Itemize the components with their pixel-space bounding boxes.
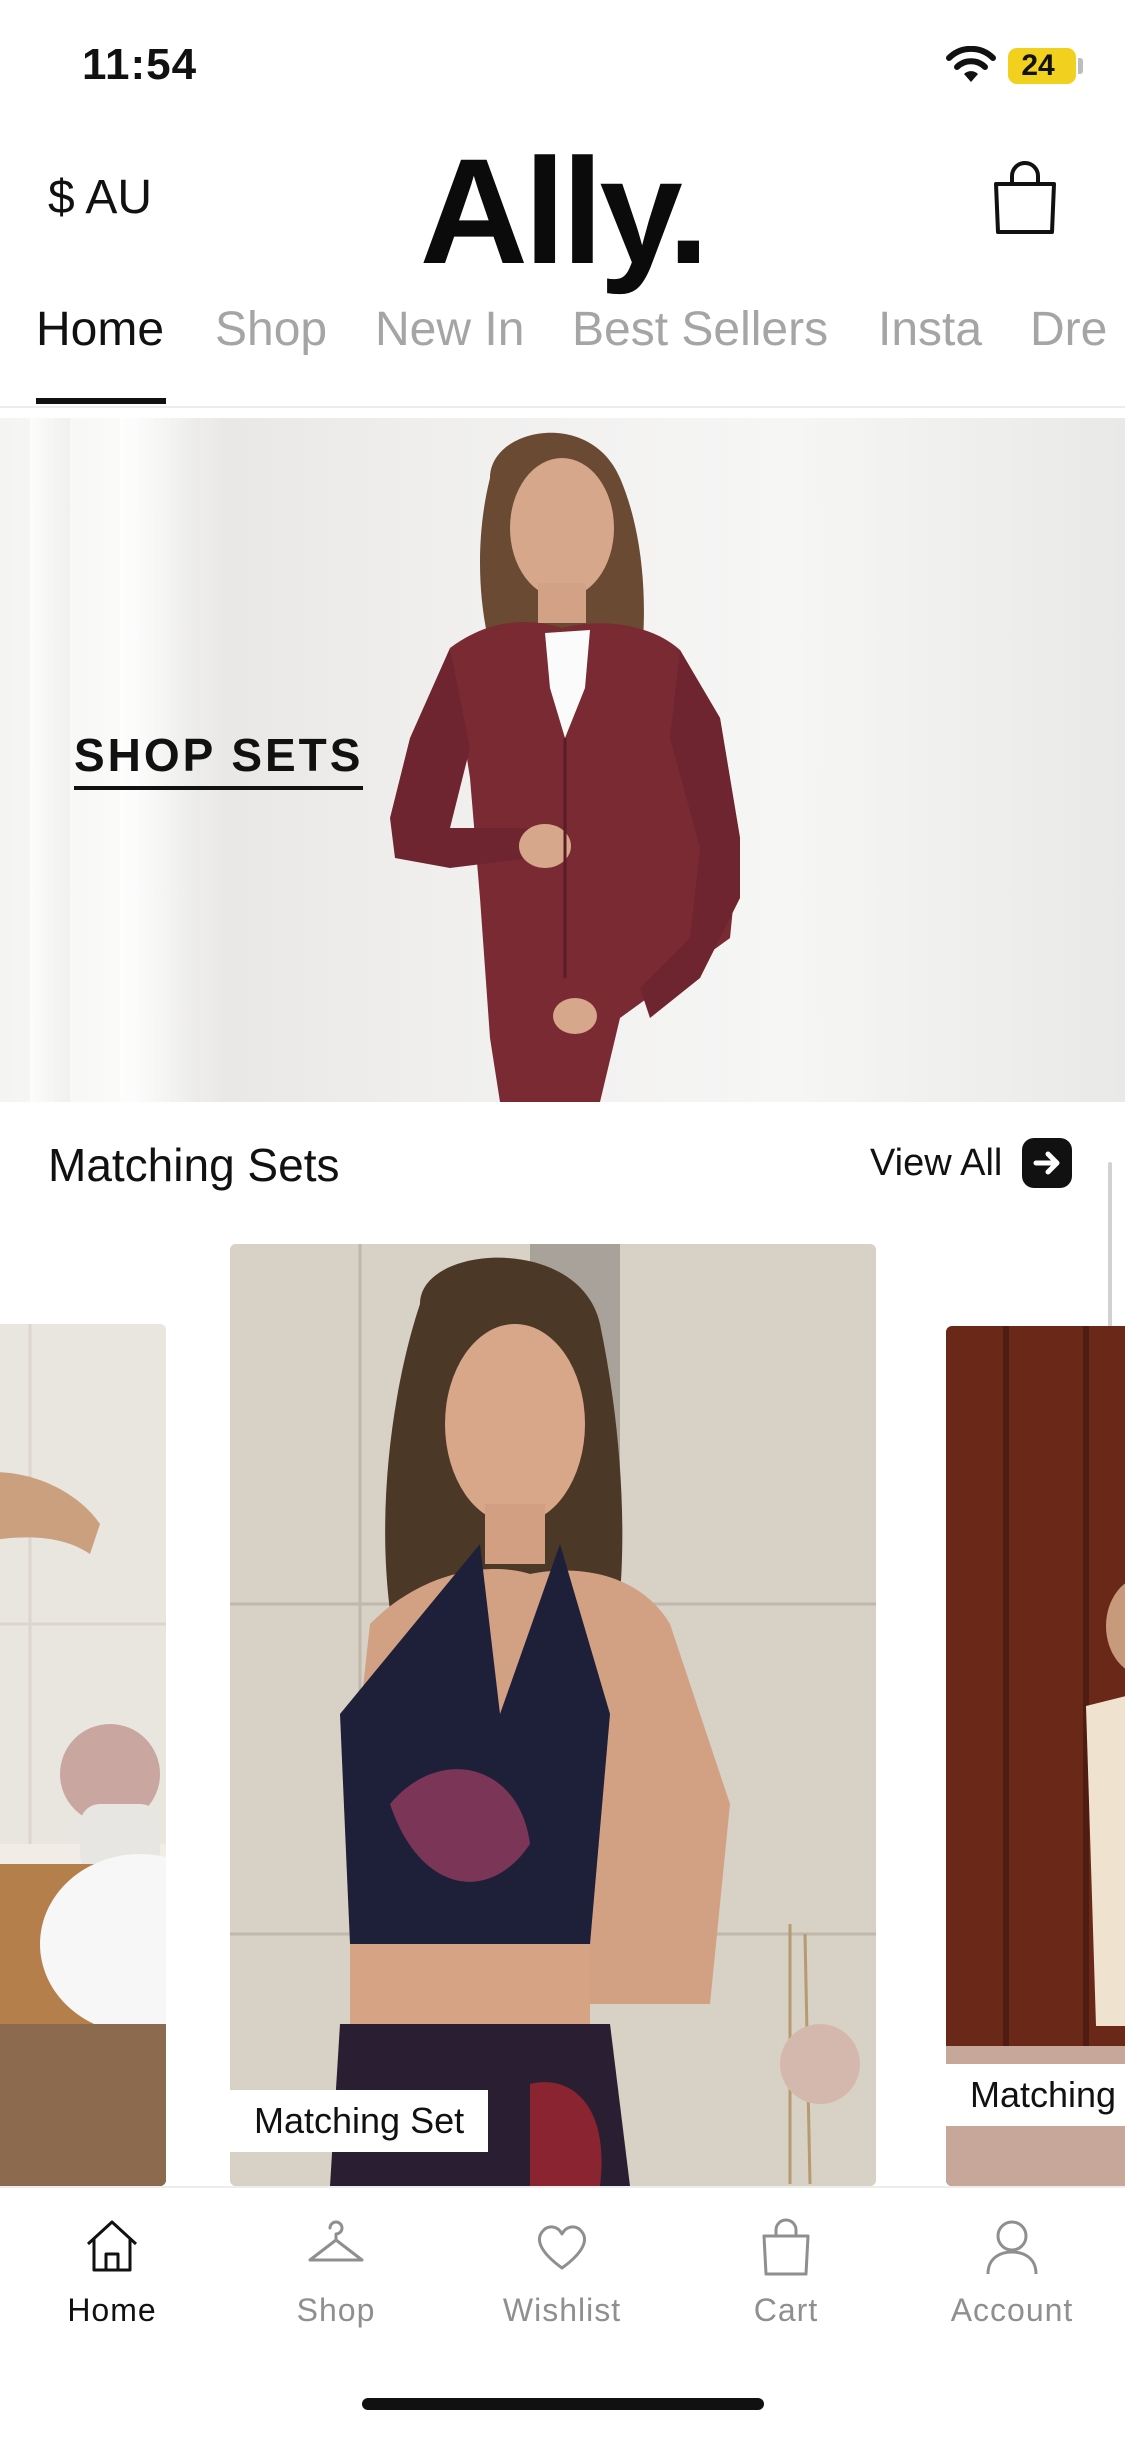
shopping-bag-icon [762,2218,810,2276]
battery-level: 24 [1021,49,1055,82]
tab-new-in[interactable]: New In [375,302,524,357]
product-image [230,1244,876,2186]
nav-home[interactable]: Home [12,2214,212,2329]
section-title: Matching Sets [48,1139,340,1191]
tab-dresses[interactable]: Dre [1030,302,1107,357]
category-tabs: Home Shop New In Best Sellers Insta Dre [0,288,1125,408]
hero-model-image [390,432,740,1102]
wifi-icon [946,46,996,82]
app-header: $ AU Ally. [0,127,1125,295]
matching-sets-carousel[interactable]: Matching Set Matching S [0,1244,1125,2186]
nav-label: Shop [296,2292,376,2328]
shop-sets-link[interactable]: SHOP SETS [74,728,364,790]
view-all-link[interactable]: View All [870,1142,1002,1185]
hero-banner[interactable]: SHOP SETS [0,418,1125,1102]
product-card[interactable] [0,1324,166,2186]
product-image [946,1326,1125,2186]
heart-icon [538,2225,586,2270]
product-label: Matching S [946,2064,1125,2126]
product-card[interactable]: Matching S [946,1326,1125,2186]
home-icon [86,2220,138,2272]
battery-icon: 24 [1008,48,1076,84]
brand-logo: Ally. [419,127,710,295]
shopping-bag-icon[interactable] [990,158,1060,236]
product-image [0,1324,166,2186]
nav-cart[interactable]: Cart [686,2214,886,2329]
nav-label: Wishlist [502,2292,622,2328]
nav-label: Account [950,2292,1074,2328]
curtain-fold [30,418,70,1102]
user-icon [986,2220,1038,2275]
nav-shop[interactable]: Shop [236,2214,436,2329]
status-time: 11:54 [82,40,198,89]
nav-label: Cart [753,2292,819,2328]
active-tab-indicator [36,398,166,404]
product-card[interactable]: Matching Set [230,1244,876,2186]
battery-nub [1078,58,1083,74]
hanger-icon [308,2220,364,2262]
tab-shop[interactable]: Shop [215,302,327,357]
product-label: Matching Set [230,2090,489,2152]
home-indicator[interactable] [362,2398,764,2410]
matching-sets-header: Matching Sets View All [0,1102,1125,1222]
nav-wishlist[interactable]: Wishlist [462,2214,662,2329]
nav-label: Home [67,2292,157,2328]
nav-account[interactable]: Account [912,2214,1112,2329]
arrow-right-icon[interactable] [1022,1138,1072,1188]
status-bar: 11:54 24 [0,0,1125,130]
tab-best-sellers[interactable]: Best Sellers [572,302,828,357]
tab-home[interactable]: Home [36,302,164,357]
tab-insta[interactable]: Insta [878,302,982,357]
